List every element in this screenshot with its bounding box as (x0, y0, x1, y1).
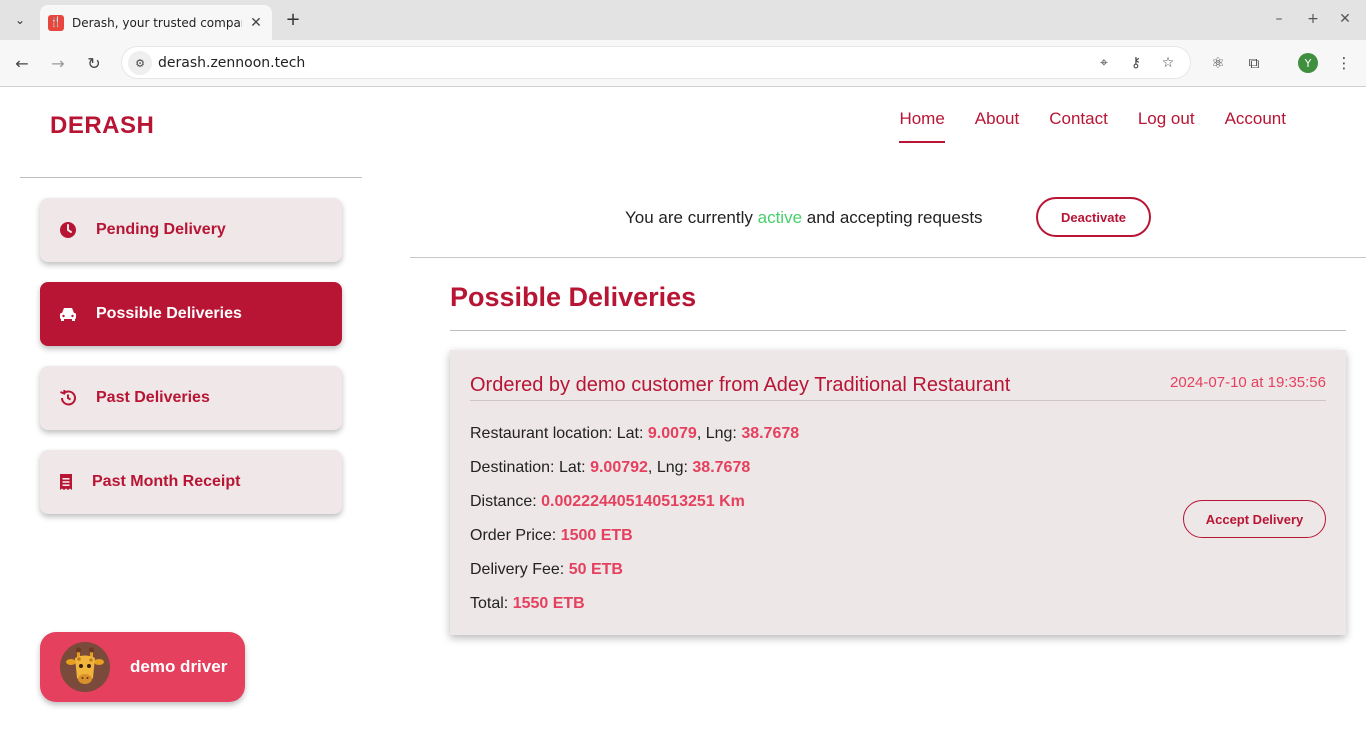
window-close-icon[interactable]: ✕ (1334, 8, 1356, 30)
card-divider (470, 400, 1326, 401)
user-name: demo driver (130, 657, 228, 676)
distance-label: Distance: (470, 493, 542, 510)
favicon-icon: 🍴 (48, 14, 64, 31)
sidebar-item-pending-delivery[interactable]: Pending Delivery (40, 198, 342, 262)
distance-value: 0.002224405140513251 Km (541, 493, 745, 510)
order-price-label: Order Price: (470, 527, 561, 544)
user-profile-chip[interactable]: demo driver (40, 632, 245, 702)
forward-icon[interactable]: → (46, 51, 70, 75)
browser-tabstrip: ⌄ 🍴 Derash, your trusted companion ✕ + –… (0, 0, 1366, 40)
status-prefix: You are currently (625, 208, 758, 227)
destination-lng: 38.7678 (692, 459, 751, 476)
tab-close-icon[interactable]: ✕ (248, 15, 264, 31)
minimize-icon[interactable]: – (1268, 8, 1290, 30)
nav-contact[interactable]: Contact (1049, 109, 1108, 143)
sidebar-item-label: Pending Delivery (96, 221, 226, 238)
delivery-card: Ordered by demo customer from Adey Tradi… (450, 350, 1346, 635)
location-icon[interactable]: ⌖ (1095, 54, 1113, 72)
sidebar-item-possible-deliveries[interactable]: Possible Deliveries (40, 282, 342, 346)
delivery-fee-row: Delivery Fee: 50 ETB (470, 561, 623, 579)
sidebar-item-past-deliveries[interactable]: Past Deliveries (40, 366, 342, 430)
total-value: 1550 ETB (512, 595, 585, 612)
destination-lng-label: , Lng: (647, 459, 693, 476)
car-icon (58, 304, 78, 324)
status-active-word: active (757, 208, 803, 227)
delivery-fee-label: Delivery Fee: (470, 561, 569, 578)
sidebar-item-label: Past Month Receipt (92, 473, 241, 490)
clock-icon (58, 220, 78, 240)
restaurant-location-row: Restaurant location: Lat: 9.0079, Lng: 3… (470, 425, 799, 443)
browser-toolbar: ← → ↻ ⚙ derash.zennoon.tech ⌖ ⚷ ☆ ⚛ ⧉ ⋮ (0, 40, 1366, 87)
delivery-fee-value: 50 ETB (568, 561, 623, 578)
total-row: Total: 1550 ETB (470, 595, 585, 613)
react-devtools-icon[interactable]: ⚛ (1207, 52, 1229, 74)
profile-avatar[interactable]: Y (1298, 53, 1318, 73)
destination-label: Destination: Lat: (470, 459, 591, 476)
menu-icon[interactable]: ⋮ (1333, 52, 1355, 74)
sidebar-item-label: Possible Deliveries (96, 305, 242, 322)
destination-row: Destination: Lat: 9.00792, Lng: 38.7678 (470, 459, 750, 477)
nav-account[interactable]: Account (1225, 109, 1286, 143)
status-suffix: and accepting requests (802, 208, 983, 227)
nav-logout[interactable]: Log out (1138, 109, 1195, 143)
accept-delivery-button[interactable]: Accept Delivery (1183, 500, 1326, 538)
sidebar-item-label: Past Deliveries (96, 389, 210, 406)
extensions-icon[interactable]: ⧉ (1243, 52, 1265, 74)
page-title: Possible Deliveries (450, 282, 697, 312)
sidebar-divider (20, 177, 362, 178)
sidebar-item-past-month-receipt[interactable]: Past Month Receipt (40, 450, 342, 514)
site-info-icon[interactable]: ⚙ (128, 51, 152, 75)
key-icon[interactable]: ⚷ (1127, 54, 1145, 72)
address-bar[interactable]: ⚙ derash.zennoon.tech ⌖ ⚷ ☆ (121, 46, 1191, 79)
brand-logo[interactable]: DERASH (50, 112, 154, 140)
reload-icon[interactable]: ↻ (82, 51, 106, 75)
bookmark-star-icon[interactable]: ☆ (1159, 54, 1177, 72)
restaurant-lng-label: , Lng: (696, 425, 742, 442)
order-price-row: Order Price: 1500 ETB (470, 527, 633, 545)
deactivate-button[interactable]: Deactivate (1036, 197, 1151, 237)
distance-row: Distance: 0.002224405140513251 Km (470, 493, 745, 511)
tab-title: Derash, your trusted companion (72, 15, 242, 30)
url-text[interactable]: derash.zennoon.tech (158, 55, 305, 71)
restaurant-lng: 38.7678 (741, 425, 800, 442)
nav-about[interactable]: About (975, 109, 1019, 143)
delivery-title: Ordered by demo customer from Adey Tradi… (470, 374, 1011, 396)
receipt-icon (56, 472, 76, 492)
destination-lat: 9.00792 (590, 459, 648, 476)
restaurant-lat: 9.0079 (647, 425, 697, 442)
browser-tab[interactable]: 🍴 Derash, your trusted companion ✕ (40, 5, 272, 40)
top-nav: Home About Contact Log out Account (899, 109, 1286, 143)
restaurant-label: Restaurant location: Lat: (470, 425, 648, 442)
new-tab-icon[interactable]: + (282, 8, 304, 30)
back-icon[interactable]: ← (10, 51, 34, 75)
maximize-icon[interactable]: + (1302, 8, 1324, 30)
giraffe-avatar-icon (60, 642, 110, 692)
delivery-date: 2024-07-10 at 19:35:56 (1170, 374, 1326, 391)
total-label: Total: (470, 595, 513, 612)
history-icon (58, 388, 78, 408)
driver-status-text: You are currently active and accepting r… (625, 208, 983, 228)
tab-search-icon[interactable]: ⌄ (8, 8, 32, 32)
main-divider (410, 257, 1366, 258)
nav-home[interactable]: Home (899, 109, 945, 143)
page: DERASH Home About Contact Log out Accoun… (0, 87, 1366, 743)
order-price-value: 1500 ETB (560, 527, 633, 544)
section-divider (450, 330, 1346, 331)
